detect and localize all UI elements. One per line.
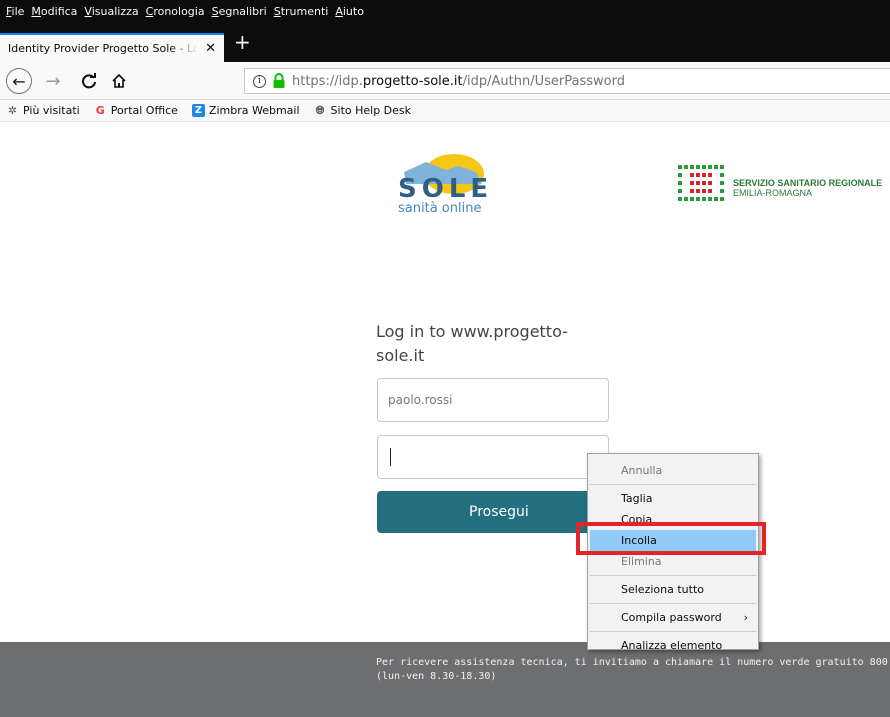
tab-title: Identity Provider Progetto Sole - Lo — [8, 42, 198, 55]
globe-icon: 🌐︎ — [315, 103, 325, 117]
menu-file[interactable]: File — [6, 5, 24, 18]
bookmark-zimbra-webmail[interactable]: Z Zimbra Webmail — [191, 104, 300, 117]
google-icon: G — [95, 104, 105, 117]
bookmark-piu-visitati[interactable]: ✲ Più visitati — [6, 104, 80, 117]
menu-separator — [590, 603, 756, 604]
menu-segnalibri[interactable]: Segnalibri — [212, 5, 267, 18]
navigation-bar: ← → i https://idp.progetto-sole.it/idp/A… — [0, 62, 890, 100]
sole-logo-subtitle: sanità online — [398, 201, 482, 216]
url-bar[interactable]: i https://idp.progetto-sole.it/idp/Authn… — [244, 68, 890, 94]
ssr-logo-icon — [678, 165, 724, 201]
text-caret — [390, 448, 391, 466]
menu-item-annulla[interactable]: Annulla — [588, 460, 758, 481]
menu-strumenti[interactable]: Strumenti — [274, 5, 329, 18]
reload-icon — [82, 73, 96, 89]
close-tab-icon[interactable]: ✕ — [205, 41, 216, 56]
menu-aiuto[interactable]: Aiuto — [335, 5, 364, 18]
ssr-logo-text: SERVIZIO SANITARIO REGIONALE EMILIA-ROMA… — [733, 178, 883, 198]
home-button[interactable] — [106, 68, 132, 94]
bookmarks-bar: ✲ Più visitati G Portal Office Z Zimbra … — [0, 100, 890, 122]
zimbra-icon: Z — [191, 104, 205, 117]
menu-separator — [590, 484, 756, 485]
highlight-annotation-box — [576, 522, 766, 555]
bookmark-sito-help-desk[interactable]: 🌐︎ Sito Help Desk — [314, 103, 411, 118]
username-input[interactable] — [377, 378, 609, 422]
new-tab-button[interactable]: + — [234, 30, 251, 54]
info-icon[interactable]: i — [253, 74, 266, 88]
password-input[interactable] — [377, 435, 609, 479]
menu-item-seleziona-tutto[interactable]: Seleziona tutto — [588, 579, 758, 600]
menu-item-compila-password[interactable]: Compila password › — [588, 607, 758, 628]
bookmark-portal-office[interactable]: G Portal Office — [94, 104, 178, 117]
menu-separator — [590, 631, 756, 632]
footer-text: Per ricevere assistenza tecnica, ti invi… — [376, 657, 890, 682]
forward-button[interactable]: → — [40, 68, 66, 94]
menu-visualizza[interactable]: Visualizza — [84, 5, 138, 18]
login-title: Log in to www.progetto-sole.it — [376, 322, 568, 365]
lock-icon — [273, 73, 285, 88]
url-text: https://idp.progetto-sole.it/idp/Authn/U… — [292, 73, 625, 89]
menu-bar: File Modifica Visualizza Cronologia Segn… — [0, 0, 890, 22]
reload-button[interactable] — [76, 68, 102, 94]
menu-cronologia[interactable]: Cronologia — [146, 5, 205, 18]
sole-logo-text: SOLE — [398, 174, 494, 204]
chevron-right-icon: › — [743, 611, 748, 624]
home-icon — [112, 73, 126, 88]
tab-strip: Identity Provider Progetto Sole - Lo ✕ + — [0, 22, 890, 62]
menu-item-analizza-elemento[interactable]: Analizza elemento — [588, 635, 758, 656]
menu-modifica[interactable]: Modifica — [31, 5, 77, 18]
menu-item-taglia[interactable]: Taglia — [588, 488, 758, 509]
tab-identity-provider[interactable]: Identity Provider Progetto Sole - Lo ✕ — [0, 33, 224, 62]
back-button[interactable]: ← — [6, 68, 32, 94]
menu-separator — [590, 575, 756, 576]
star-icon: ✲ — [7, 104, 18, 117]
prosegui-button[interactable]: Prosegui — [377, 491, 609, 533]
